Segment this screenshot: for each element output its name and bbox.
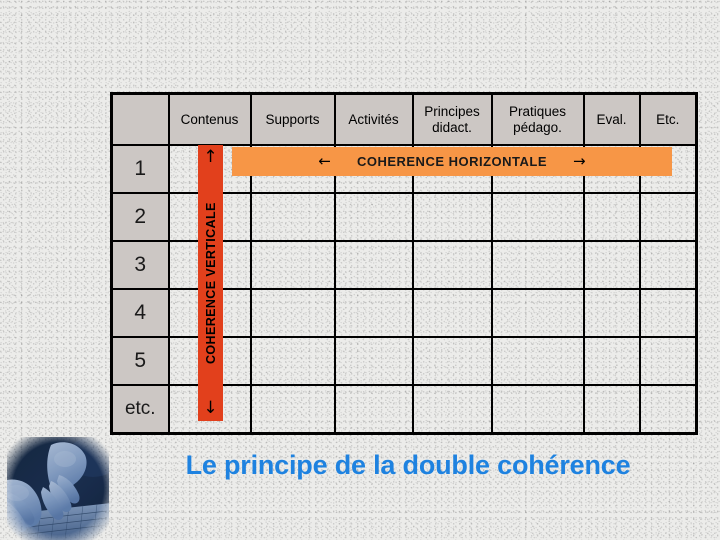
arrow-left-icon: ← <box>318 152 331 170</box>
row-label-1: 1 <box>110 144 170 194</box>
cell-r5-principes <box>411 336 493 386</box>
cell-retc-activites <box>333 384 414 435</box>
table-corner-cell <box>110 92 170 146</box>
column-header-supports: Supports <box>249 92 336 146</box>
cell-r3-etc <box>638 240 698 290</box>
vertical-coherence-bar: ↑ COHERENCE VERTICALE ↓ <box>198 145 223 421</box>
column-header-principes-didactiques: Principes didact. <box>411 92 493 146</box>
cell-r2-supports <box>249 192 336 242</box>
cell-retc-eval <box>582 384 641 435</box>
column-header-pratiques-line1: Pratiques <box>508 103 567 119</box>
vertical-coherence-label: COHERENCE VERTICALE <box>203 202 218 364</box>
arrow-down-icon: ↓ <box>203 398 218 418</box>
cell-retc-principes <box>411 384 493 435</box>
cell-retc-pratiques <box>490 384 585 435</box>
cell-r2-principes <box>411 192 493 242</box>
hands-typing-on-laptop-keyboard-photo <box>7 437 109 540</box>
cell-r2-eval <box>582 192 641 242</box>
cell-r5-pratiques <box>490 336 585 386</box>
cell-r2-activites <box>333 192 414 242</box>
column-header-supports-line1: Supports <box>265 111 320 127</box>
column-header-etc: Etc. <box>638 92 698 146</box>
cell-retc-etc <box>638 384 698 435</box>
arrow-right-icon: → <box>573 152 586 170</box>
cell-r3-supports <box>249 240 336 290</box>
cell-r3-eval <box>582 240 641 290</box>
column-header-principes-line2: didact. <box>432 119 472 135</box>
cell-r4-principes <box>411 288 493 338</box>
cell-r4-activites <box>333 288 414 338</box>
cell-r5-supports <box>249 336 336 386</box>
column-header-pratiques-pedagogiques: Pratiques pédago. <box>490 92 585 146</box>
row-label-2: 2 <box>110 192 170 242</box>
cell-r2-etc <box>638 192 698 242</box>
cell-r2-pratiques <box>490 192 585 242</box>
cell-retc-supports <box>249 384 336 435</box>
row-label-3: 3 <box>110 240 170 290</box>
cell-r5-etc <box>638 336 698 386</box>
column-header-contenus-line1: Contenus <box>180 111 239 127</box>
page-title: Le principe de la double cohérence <box>185 450 631 480</box>
column-header-eval-line1: Eval. <box>596 111 627 127</box>
cell-r4-supports <box>249 288 336 338</box>
cell-r4-eval <box>582 288 641 338</box>
cell-r5-activites <box>333 336 414 386</box>
cell-r3-principes <box>411 240 493 290</box>
horizontal-coherence-banner: ← COHERENCE HORIZONTALE → <box>232 147 672 176</box>
cell-r3-pratiques <box>490 240 585 290</box>
arrow-up-icon: ↑ <box>203 147 218 167</box>
row-label-4: 4 <box>110 288 170 338</box>
column-header-principes-line1: Principes <box>424 103 480 119</box>
column-header-pratiques-line2: pédago. <box>513 119 562 135</box>
column-header-activites: Activités <box>333 92 414 146</box>
column-header-activites-line1: Activités <box>348 111 399 127</box>
cell-r3-activites <box>333 240 414 290</box>
cell-r4-etc <box>638 288 698 338</box>
row-label-etc: etc. <box>110 384 170 435</box>
cell-r5-eval <box>582 336 641 386</box>
horizontal-coherence-label: COHERENCE HORIZONTALE <box>356 154 548 169</box>
column-header-eval: Eval. <box>582 92 641 146</box>
column-header-contenus: Contenus <box>167 92 252 146</box>
table-header-row: Contenus Supports Activités Principes di… <box>110 92 698 146</box>
row-label-5: 5 <box>110 336 170 386</box>
cell-r4-pratiques <box>490 288 585 338</box>
column-header-etc-line1: Etc. <box>656 111 680 127</box>
